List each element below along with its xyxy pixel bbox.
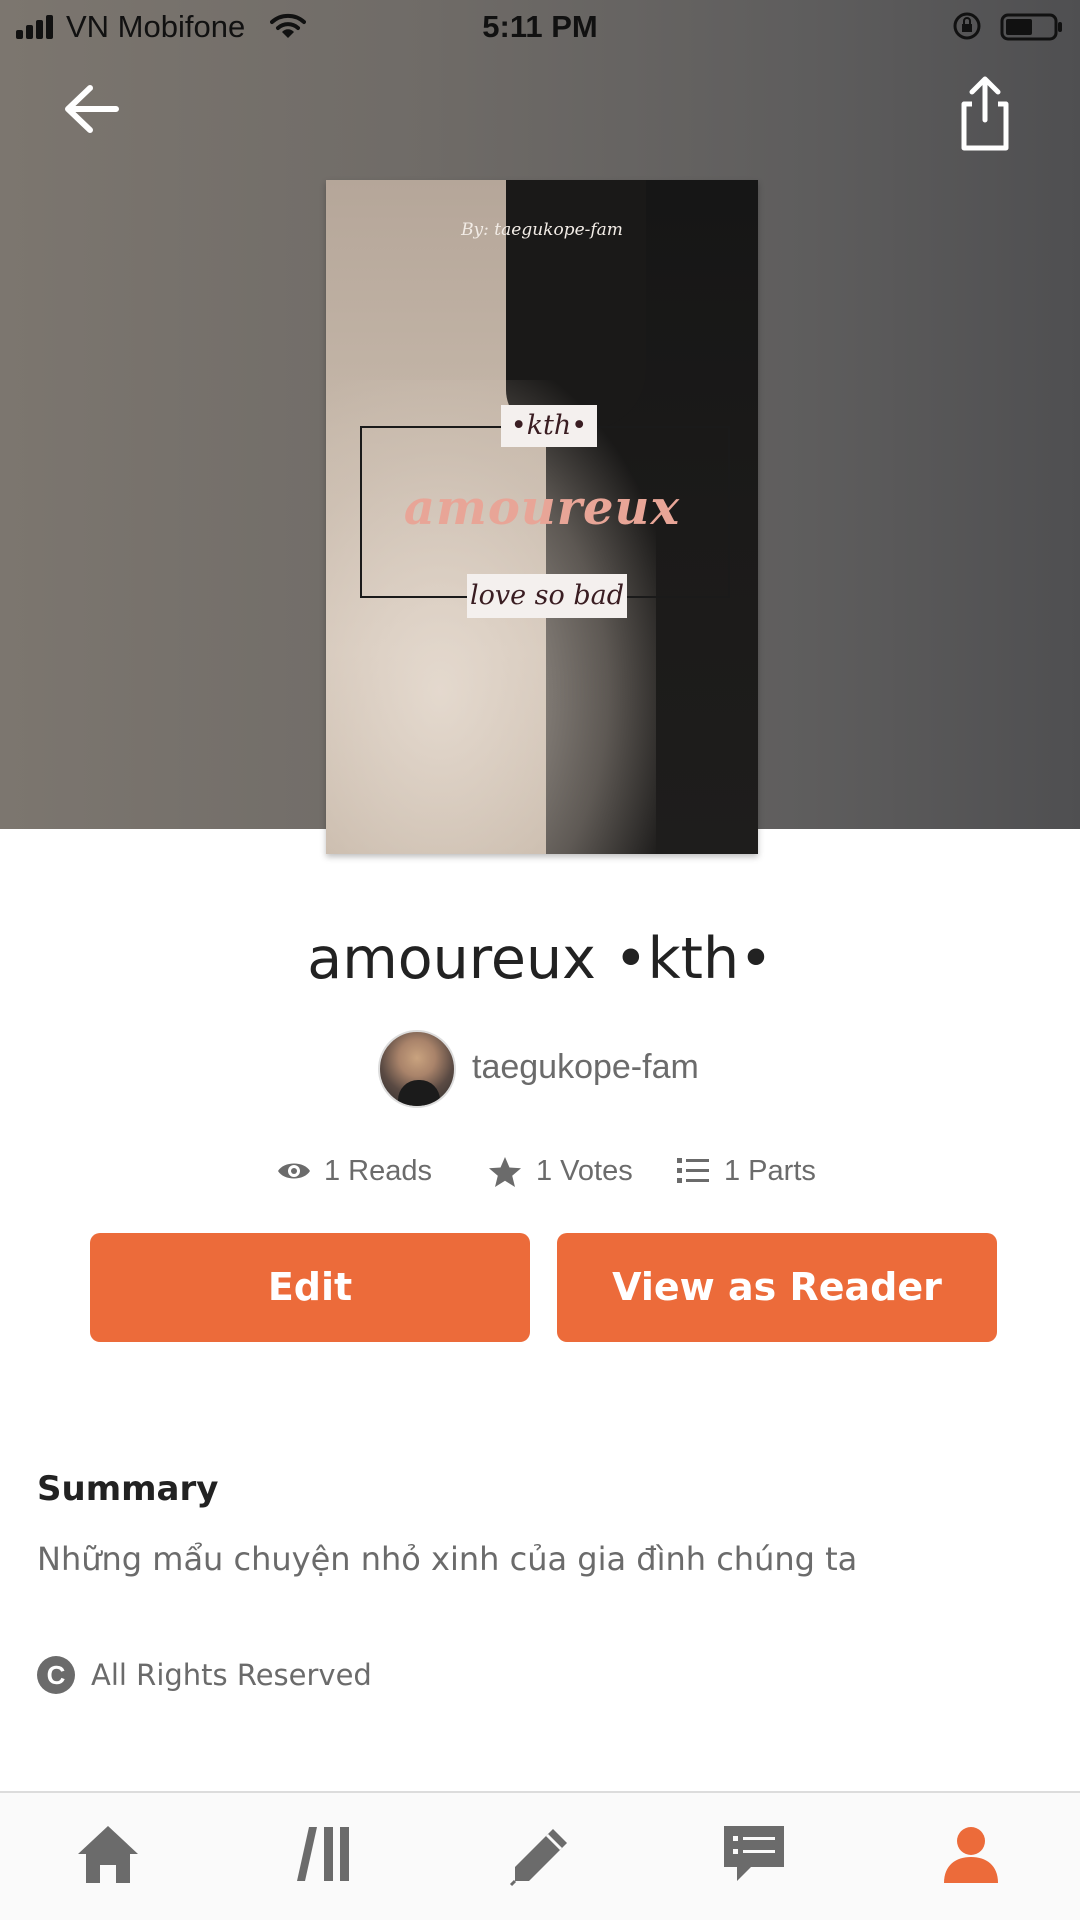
status-time: 5:11 PM	[482, 9, 598, 44]
back-button[interactable]	[58, 76, 128, 146]
eye-icon	[278, 1163, 310, 1179]
tab-home[interactable]	[68, 1823, 148, 1893]
copyright-text: All Rights Reserved	[91, 1658, 372, 1692]
orientation-lock-icon	[953, 12, 981, 40]
messages-icon	[724, 1826, 784, 1881]
view-as-reader-button[interactable]: View as Reader	[557, 1233, 997, 1342]
avatar[interactable]	[378, 1030, 456, 1108]
profile-icon	[944, 1827, 998, 1883]
summary-heading: Summary	[37, 1469, 219, 1509]
parts-count: 1 Parts	[724, 1155, 816, 1187]
status-bar: VN Mobifone 5:11 PM	[0, 0, 1080, 54]
cover-title: amoureux	[403, 480, 681, 536]
tab-messages[interactable]	[714, 1823, 794, 1893]
story-title: amoureux •kth•	[307, 926, 773, 992]
cover-bottom-label: love so bad	[467, 574, 627, 618]
share-button[interactable]	[950, 74, 1020, 154]
edit-button[interactable]: Edit	[90, 1233, 530, 1342]
bottom-tab-bar	[0, 1791, 1080, 1920]
pencil-icon	[509, 1829, 567, 1887]
tab-profile[interactable]	[931, 1823, 1011, 1893]
reads-count: 1 Reads	[324, 1155, 433, 1187]
tab-library[interactable]	[284, 1823, 364, 1893]
star-icon	[489, 1157, 521, 1187]
arrow-left-icon	[65, 85, 119, 133]
copyright-icon: C	[37, 1656, 75, 1694]
list-icon	[677, 1158, 709, 1183]
tab-write[interactable]	[500, 1823, 580, 1893]
battery-icon	[1000, 13, 1062, 41]
share-icon	[961, 76, 1009, 151]
cover-byline: By: taegukope-fam	[461, 220, 623, 240]
story-cover[interactable]: By: taegukope-fam •kth• amoureux love so…	[326, 180, 758, 854]
cover-top-label: •kth•	[501, 405, 597, 447]
library-icon	[297, 1827, 349, 1881]
author-name[interactable]: taegukope-fam	[472, 1048, 699, 1087]
story-stats: 1 Reads 1 Votes 1 Parts	[0, 1150, 1080, 1194]
summary-text: Những mẩu chuyện nhỏ xinh của gia đình c…	[37, 1540, 858, 1578]
home-icon	[78, 1826, 138, 1883]
votes-count: 1 Votes	[536, 1155, 633, 1187]
